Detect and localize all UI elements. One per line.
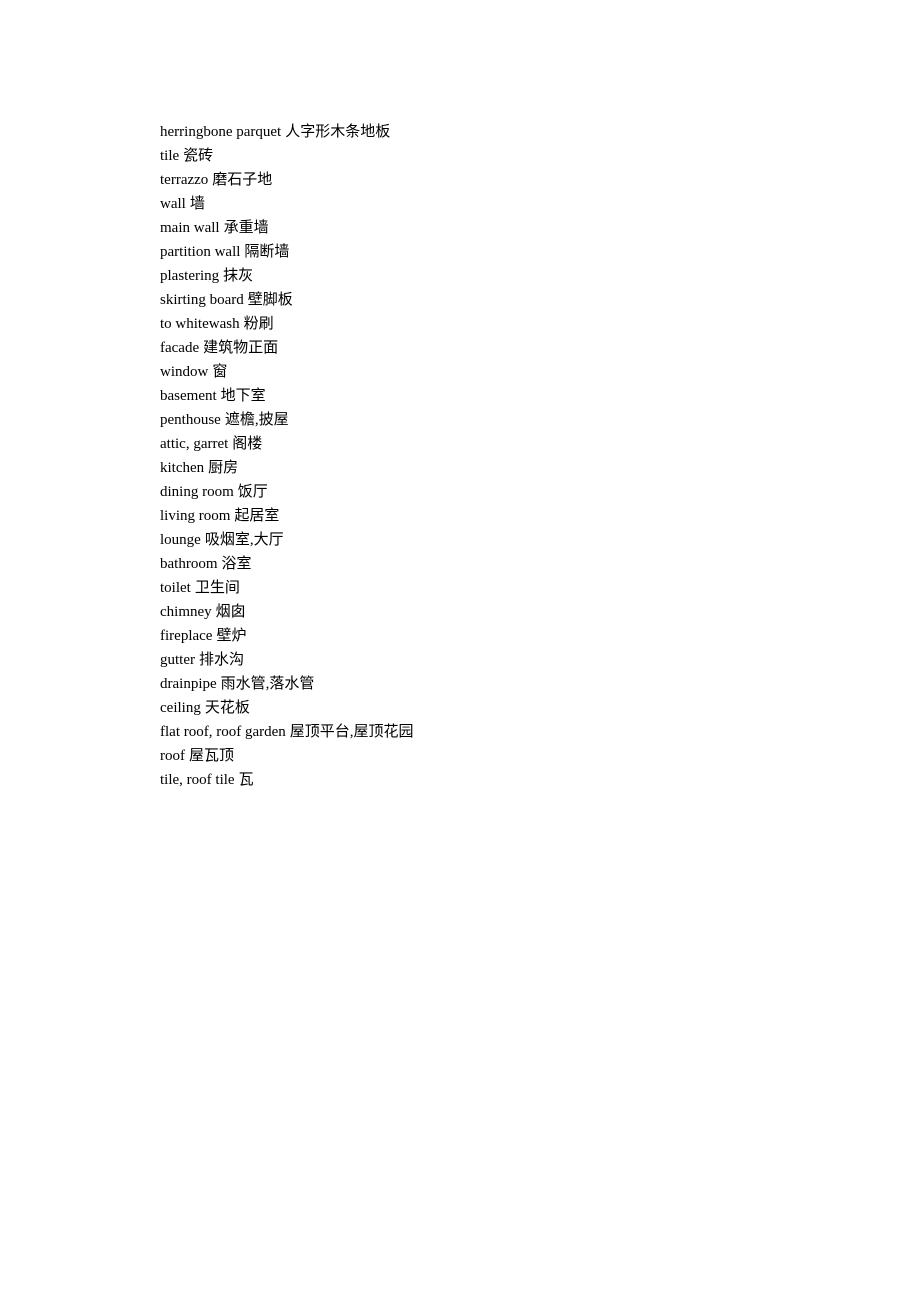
- term-chinese: 建筑物正面: [203, 340, 278, 356]
- vocabulary-entry: roof屋瓦顶: [160, 744, 760, 768]
- term-chinese: 遮檐,披屋: [225, 412, 289, 428]
- vocabulary-entry: facade建筑物正面: [160, 336, 760, 360]
- term-chinese: 壁炉: [216, 628, 246, 644]
- term-english: toilet: [160, 580, 191, 596]
- term-english: kitchen: [160, 460, 204, 476]
- vocabulary-entry: toilet卫生间: [160, 576, 760, 600]
- term-english: wall: [160, 196, 186, 212]
- term-chinese: 墙: [190, 196, 205, 212]
- term-chinese: 饭厅: [238, 484, 268, 500]
- term-chinese: 烟囱: [216, 604, 246, 620]
- term-english: partition wall: [160, 244, 240, 260]
- term-chinese: 吸烟室,大厅: [205, 532, 284, 548]
- vocabulary-entry: chimney烟囱: [160, 600, 760, 624]
- vocabulary-entry: fireplace壁炉: [160, 624, 760, 648]
- term-english: drainpipe: [160, 676, 217, 692]
- vocabulary-entry: tile, roof tile瓦: [160, 768, 760, 792]
- vocabulary-entry: wall墙: [160, 192, 760, 216]
- term-english: chimney: [160, 604, 212, 620]
- term-english: basement: [160, 388, 217, 404]
- vocabulary-entry: flat roof, roof garden屋顶平台,屋顶花园: [160, 720, 760, 744]
- vocabulary-entry: ceiling天花板: [160, 696, 760, 720]
- term-chinese: 天花板: [205, 700, 250, 716]
- term-english: lounge: [160, 532, 201, 548]
- term-english: window: [160, 364, 208, 380]
- term-english: main wall: [160, 220, 220, 236]
- vocabulary-entry: attic, garret阁楼: [160, 432, 760, 456]
- term-chinese: 窗: [212, 364, 227, 380]
- vocabulary-entry: main wall承重墙: [160, 216, 760, 240]
- term-chinese: 屋顶平台,屋顶花园: [290, 724, 414, 740]
- term-chinese: 屋瓦顶: [189, 748, 234, 764]
- term-chinese: 瓷砖: [183, 148, 213, 164]
- vocabulary-entry: drainpipe雨水管,落水管: [160, 672, 760, 696]
- term-english: to whitewash: [160, 316, 240, 332]
- vocabulary-entry: basement地下室: [160, 384, 760, 408]
- term-english: terrazzo: [160, 172, 208, 188]
- term-english: herringbone parquet: [160, 124, 281, 140]
- vocabulary-entry: dining room饭厅: [160, 480, 760, 504]
- term-chinese: 瓦: [239, 772, 254, 788]
- vocabulary-entry: herringbone parquet人字形木条地板: [160, 120, 760, 144]
- term-english: roof: [160, 748, 185, 764]
- vocabulary-list: herringbone parquet人字形木条地板tile瓷砖terrazzo…: [160, 120, 760, 792]
- term-chinese: 抹灰: [223, 268, 253, 284]
- vocabulary-entry: living room起居室: [160, 504, 760, 528]
- term-chinese: 阁楼: [232, 436, 262, 452]
- term-chinese: 厨房: [208, 460, 238, 476]
- vocabulary-entry: gutter排水沟: [160, 648, 760, 672]
- vocabulary-entry: plastering抹灰: [160, 264, 760, 288]
- term-chinese: 隔断墙: [244, 244, 289, 260]
- vocabulary-entry: penthouse遮檐,披屋: [160, 408, 760, 432]
- term-english: living room: [160, 508, 230, 524]
- term-english: attic, garret: [160, 436, 228, 452]
- vocabulary-entry: terrazzo磨石子地: [160, 168, 760, 192]
- term-chinese: 卫生间: [195, 580, 240, 596]
- term-chinese: 起居室: [234, 508, 279, 524]
- term-chinese: 粉刷: [244, 316, 274, 332]
- term-english: penthouse: [160, 412, 221, 428]
- term-chinese: 地下室: [221, 388, 266, 404]
- term-english: gutter: [160, 652, 195, 668]
- term-chinese: 人字形木条地板: [285, 124, 390, 140]
- vocabulary-entry: to whitewash粉刷: [160, 312, 760, 336]
- vocabulary-entry: partition wall隔断墙: [160, 240, 760, 264]
- term-chinese: 浴室: [222, 556, 252, 572]
- term-english: bathroom: [160, 556, 218, 572]
- term-chinese: 雨水管,落水管: [221, 676, 315, 692]
- term-chinese: 排水沟: [199, 652, 244, 668]
- term-english: fireplace: [160, 628, 212, 644]
- term-english: tile: [160, 148, 179, 164]
- term-english: dining room: [160, 484, 234, 500]
- vocabulary-entry: bathroom浴室: [160, 552, 760, 576]
- vocabulary-entry: tile瓷砖: [160, 144, 760, 168]
- term-chinese: 壁脚板: [248, 292, 293, 308]
- term-english: flat roof, roof garden: [160, 724, 286, 740]
- vocabulary-entry: lounge吸烟室,大厅: [160, 528, 760, 552]
- term-english: plastering: [160, 268, 219, 284]
- term-chinese: 磨石子地: [212, 172, 272, 188]
- vocabulary-entry: skirting board壁脚板: [160, 288, 760, 312]
- vocabulary-entry: kitchen厨房: [160, 456, 760, 480]
- term-english: ceiling: [160, 700, 201, 716]
- vocabulary-page: herringbone parquet人字形木条地板tile瓷砖terrazzo…: [0, 0, 920, 792]
- vocabulary-entry: window窗: [160, 360, 760, 384]
- term-chinese: 承重墙: [224, 220, 269, 236]
- term-english: tile, roof tile: [160, 772, 235, 788]
- term-english: facade: [160, 340, 199, 356]
- term-english: skirting board: [160, 292, 244, 308]
